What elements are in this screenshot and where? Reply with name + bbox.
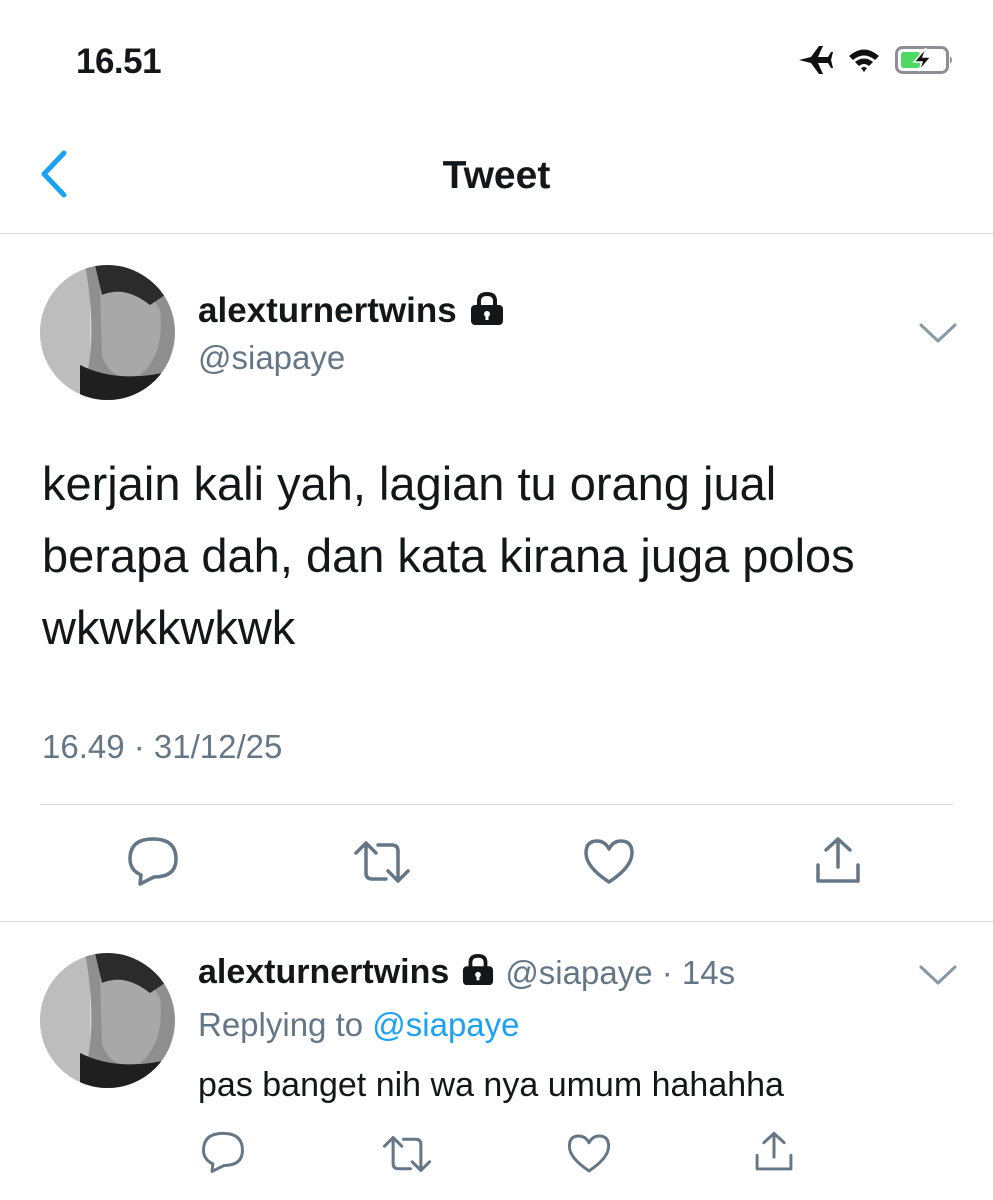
reply-tweet[interactable]: alexturnertwins @siapaye · 14s Replying … [0, 923, 993, 1200]
reply-button[interactable] [200, 1130, 246, 1179]
retweet-button[interactable] [352, 839, 412, 890]
handle-and-time: @siapaye · 14s [505, 953, 736, 991]
nav-bar: Tweet [0, 120, 993, 234]
like-button[interactable] [566, 1132, 612, 1179]
tweet-text-line: berapa dah, dan kata kirana juga polos [42, 529, 855, 582]
chevron-down-icon[interactable] [918, 321, 958, 345]
main-tweet: alexturnertwins @siapaye kerjain kali ya… [0, 235, 993, 922]
retweet-icon [381, 1134, 433, 1179]
retweet-icon [352, 839, 412, 890]
like-button[interactable] [582, 837, 636, 890]
reply-author-row: alexturnertwins @siapaye · 14s [198, 953, 735, 992]
share-icon [752, 1130, 796, 1179]
share-icon [812, 835, 864, 892]
share-button[interactable] [812, 835, 864, 892]
status-bar: 16.51 [0, 0, 993, 120]
replying-to: Replying to @siapaye [198, 1006, 520, 1044]
replying-to-mention[interactable]: @siapaye [372, 1006, 519, 1043]
display-name[interactable]: alexturnertwins [198, 291, 457, 331]
share-button[interactable] [752, 1130, 796, 1179]
reply-icon [126, 835, 180, 892]
display-name[interactable]: alexturnertwins [198, 953, 449, 992]
handle[interactable]: @siapaye [198, 339, 345, 377]
status-icons [797, 44, 955, 81]
battery-charging-icon [895, 45, 955, 80]
reply-button[interactable] [126, 835, 180, 892]
tweet-text: kerjain kali yah, lagian tu orang jual b… [42, 448, 962, 664]
avatar[interactable] [40, 265, 175, 400]
wifi-icon [847, 47, 881, 78]
replying-to-label: Replying to [198, 1006, 373, 1043]
like-icon [566, 1132, 612, 1179]
lock-icon [469, 291, 505, 331]
lock-icon [461, 953, 495, 991]
reply-text: pas banget nih wa nya umum hahahha [198, 1066, 784, 1104]
status-time: 16.51 [76, 42, 162, 81]
author-row: alexturnertwins [198, 291, 505, 331]
chevron-down-icon[interactable] [918, 963, 958, 987]
tweet-text-line: wkwkkwkwk [42, 601, 296, 654]
tweet-timestamp: 16.49 · 31/12/25 [42, 728, 283, 765]
retweet-button[interactable] [381, 1134, 433, 1179]
reply-action-bar [0, 1130, 993, 1190]
page-title: Tweet [442, 154, 551, 197]
like-icon [582, 837, 636, 890]
divider [40, 804, 953, 805]
reply-icon [200, 1130, 246, 1179]
airplane-icon [797, 44, 833, 81]
tweet-text-line: kerjain kali yah, lagian tu orang jual [42, 457, 777, 510]
action-bar [0, 835, 993, 895]
avatar[interactable] [40, 953, 175, 1088]
